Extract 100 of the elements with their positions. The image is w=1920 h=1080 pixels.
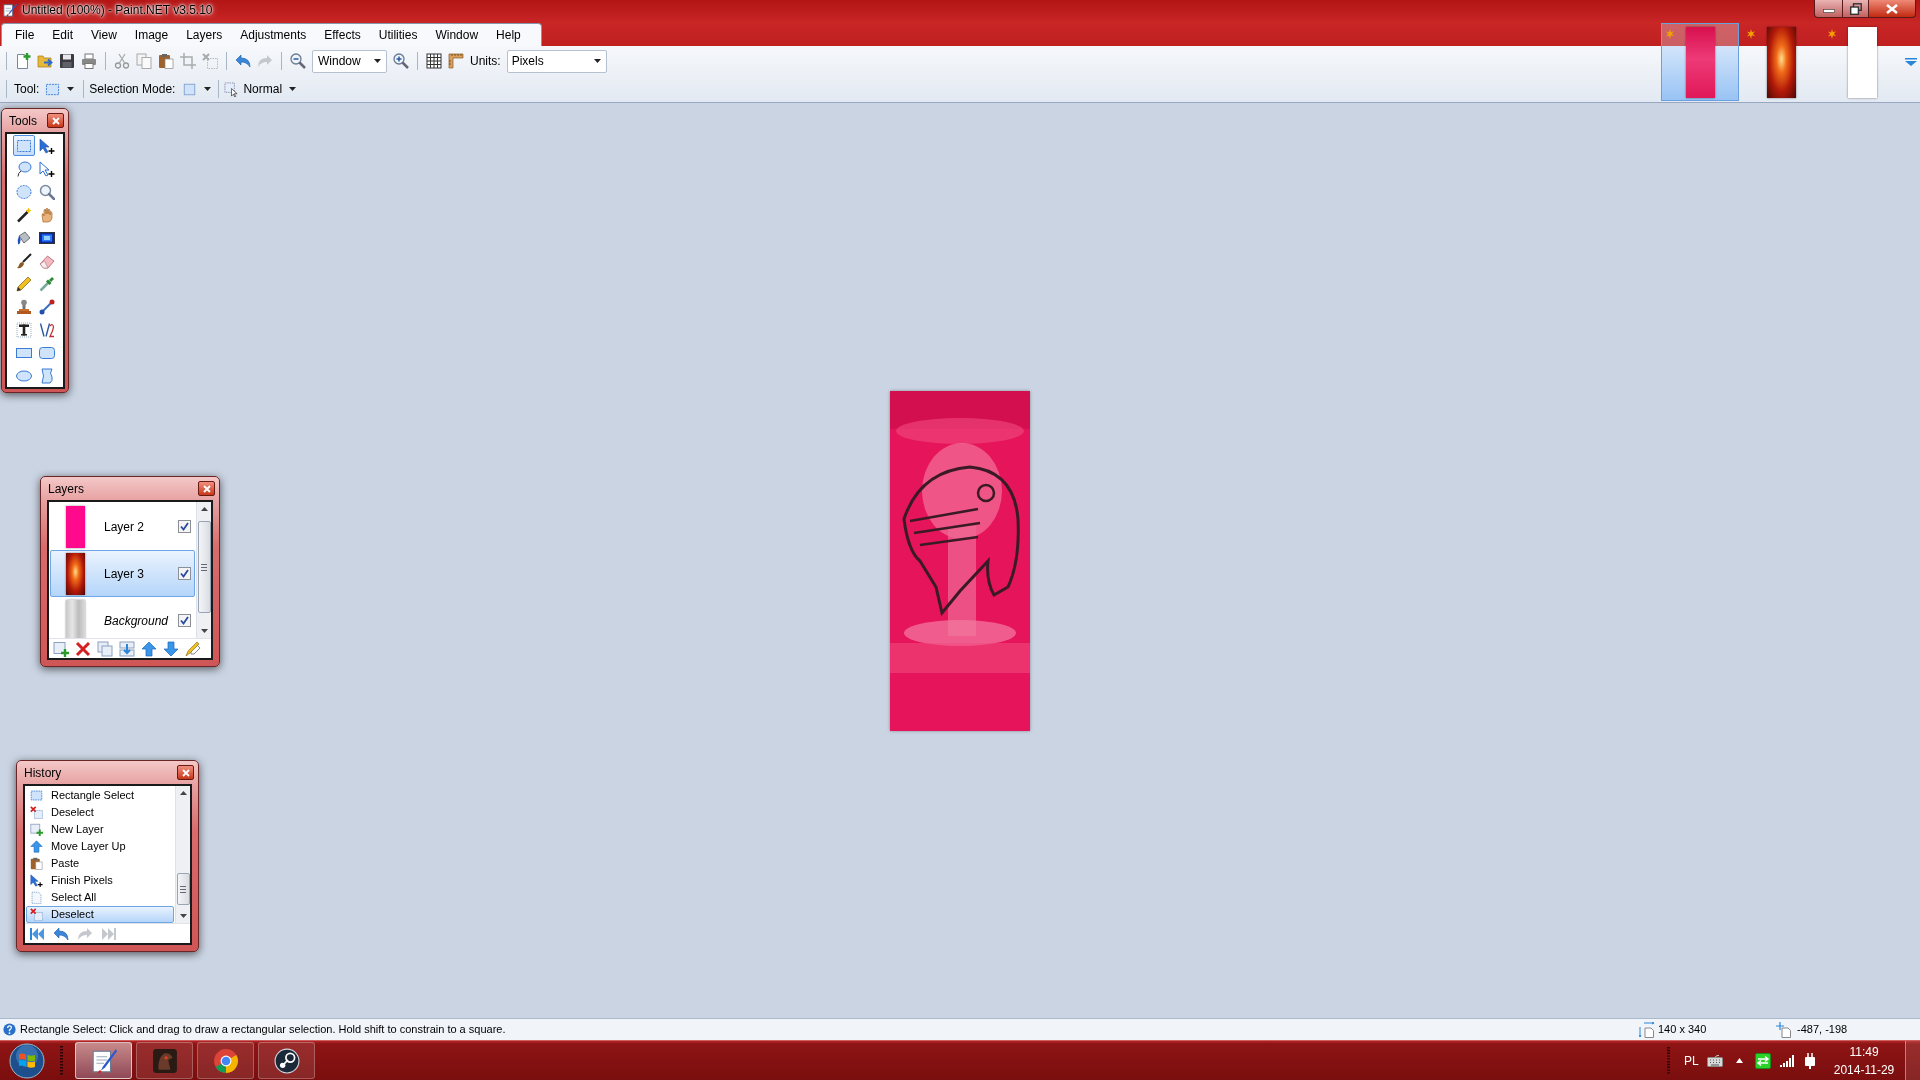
- caret-icon: [289, 87, 297, 91]
- chevron-down-icon[interactable]: [1905, 58, 1917, 66]
- scroll-down-icon[interactable]: [179, 914, 187, 918]
- history-item[interactable]: Rectangle Select: [26, 787, 174, 804]
- grid-icon[interactable]: [426, 53, 442, 69]
- visibility-checkbox[interactable]: [178, 614, 191, 627]
- start-orb-icon[interactable]: [9, 1042, 45, 1079]
- scroll-up-icon[interactable]: [200, 507, 208, 511]
- scroll-down-icon[interactable]: [200, 629, 208, 633]
- menu-item[interactable]: Window: [426, 24, 488, 46]
- restore-button[interactable]: [1843, 0, 1869, 18]
- menu-item[interactable]: Effects: [315, 24, 370, 46]
- taskbar-button[interactable]: [258, 1042, 315, 1079]
- history-item[interactable]: Finish Pixels: [26, 872, 174, 889]
- menu-item[interactable]: File: [6, 24, 44, 46]
- scroll-up-icon[interactable]: [179, 791, 187, 795]
- close-button[interactable]: [47, 113, 64, 128]
- help-icon: [3, 1023, 16, 1036]
- lasso-icon: [15, 160, 32, 177]
- add-layer-icon[interactable]: [53, 640, 69, 657]
- clock-date[interactable]: 2014-11-29: [1833, 1060, 1895, 1079]
- history-item[interactable]: Select All: [26, 889, 174, 906]
- menu-item[interactable]: Utilities: [369, 24, 427, 46]
- clock-time[interactable]: 11:49: [1849, 1042, 1879, 1061]
- layer-row[interactable]: Background: [50, 597, 195, 638]
- history-item[interactable]: Paste: [26, 855, 174, 872]
- visibility-checkbox[interactable]: [178, 567, 191, 580]
- down-arrow-icon[interactable]: [163, 640, 179, 657]
- caret-icon: [374, 59, 381, 63]
- undo-arrow-icon[interactable]: [53, 925, 69, 942]
- scissors-icon[interactable]: [114, 53, 130, 69]
- panel-title: Tools: [9, 112, 37, 130]
- caret-icon[interactable]: [204, 87, 212, 91]
- scrollbar-thumb[interactable]: [176, 873, 190, 905]
- deselect-icon: [30, 806, 43, 819]
- history-item[interactable]: Move Layer Up: [26, 838, 174, 855]
- clipboard-icon[interactable]: [158, 53, 174, 69]
- blend-mode-dropdown[interactable]: Normal: [224, 80, 297, 98]
- zoom-out-icon[interactable]: [290, 53, 306, 69]
- menu-item[interactable]: Edit: [43, 24, 83, 46]
- show-hidden-icon[interactable]: [1736, 1058, 1743, 1063]
- layer-row[interactable]: Layer 2: [50, 503, 195, 550]
- paintbrush-icon: [15, 252, 32, 269]
- close-icon: [1886, 3, 1898, 14]
- taskbar-button[interactable]: [75, 1042, 132, 1079]
- clipboard-icon: [30, 857, 43, 870]
- close-button[interactable]: [198, 481, 215, 496]
- rectangle-select-icon[interactable]: [45, 81, 61, 97]
- deselect-icon: [30, 908, 43, 921]
- image-thumbnail: [1847, 26, 1877, 98]
- menu-item[interactable]: Layers: [177, 24, 232, 46]
- star-icon: [1746, 29, 1756, 39]
- hand-icon: [38, 206, 55, 223]
- zoom-dropdown[interactable]: Window: [312, 49, 387, 73]
- close-button[interactable]: [1869, 0, 1916, 18]
- paint-app-icon: [3, 3, 17, 17]
- menu-item[interactable]: Help: [487, 24, 530, 46]
- units-dropdown[interactable]: Pixels: [506, 49, 607, 73]
- printer-icon[interactable]: [81, 53, 97, 69]
- signal-bars-icon[interactable]: [1780, 1054, 1794, 1067]
- up-arrow-icon[interactable]: [141, 640, 157, 657]
- layer-thumbnail: [66, 552, 85, 595]
- visibility-checkbox[interactable]: [178, 520, 191, 533]
- rewind-icon[interactable]: [29, 925, 45, 942]
- close-button[interactable]: [177, 765, 194, 780]
- ruler-icon[interactable]: [448, 53, 464, 69]
- layer-row[interactable]: Layer 3: [50, 550, 195, 597]
- menu-item[interactable]: View: [82, 24, 126, 46]
- plug-icon[interactable]: [1804, 1052, 1816, 1069]
- scrollbar-thumb[interactable]: [197, 521, 211, 613]
- history-item[interactable]: Deselect: [26, 804, 174, 821]
- window-title: Untitled (100%) - Paint.NET v3.5.10: [22, 3, 213, 18]
- layer-thumbnail: [66, 505, 85, 548]
- magic-wand-icon: [15, 206, 32, 223]
- new-document-icon[interactable]: [15, 53, 31, 69]
- show-desktop-button[interactable]: [1905, 1041, 1920, 1080]
- magnifier-icon: [38, 183, 55, 200]
- merge-down-icon[interactable]: [119, 640, 135, 657]
- paint-app-icon: [90, 1047, 117, 1074]
- history-item[interactable]: Deselect: [26, 906, 174, 923]
- panel-title: Layers: [48, 480, 85, 498]
- menu-item[interactable]: Image: [125, 24, 178, 46]
- tool-label: Tool:: [14, 81, 40, 98]
- grip-dots-icon: [1667, 1046, 1670, 1075]
- minimize-button[interactable]: [1814, 0, 1843, 18]
- zoom-in-icon[interactable]: [393, 53, 409, 69]
- move-arrow-icon: [38, 137, 55, 154]
- exchange-arrows-icon[interactable]: [1755, 1052, 1771, 1069]
- open-folder-icon[interactable]: [37, 53, 53, 69]
- language-indicator[interactable]: PL: [1684, 1051, 1700, 1070]
- delete-x-icon[interactable]: [75, 640, 91, 657]
- properties-icon[interactable]: [185, 640, 201, 657]
- rounded-rectangle-icon: [38, 344, 55, 361]
- keyboard-icon[interactable]: [1707, 1054, 1723, 1067]
- caret-icon[interactable]: [67, 87, 75, 91]
- image-size: 140 x 340: [1658, 1022, 1708, 1038]
- menu-item[interactable]: Adjustments: [231, 24, 316, 46]
- undo-arrow-icon[interactable]: [235, 53, 251, 69]
- rectangle-select-icon: [30, 789, 43, 802]
- history-item[interactable]: New Layer: [26, 821, 174, 838]
